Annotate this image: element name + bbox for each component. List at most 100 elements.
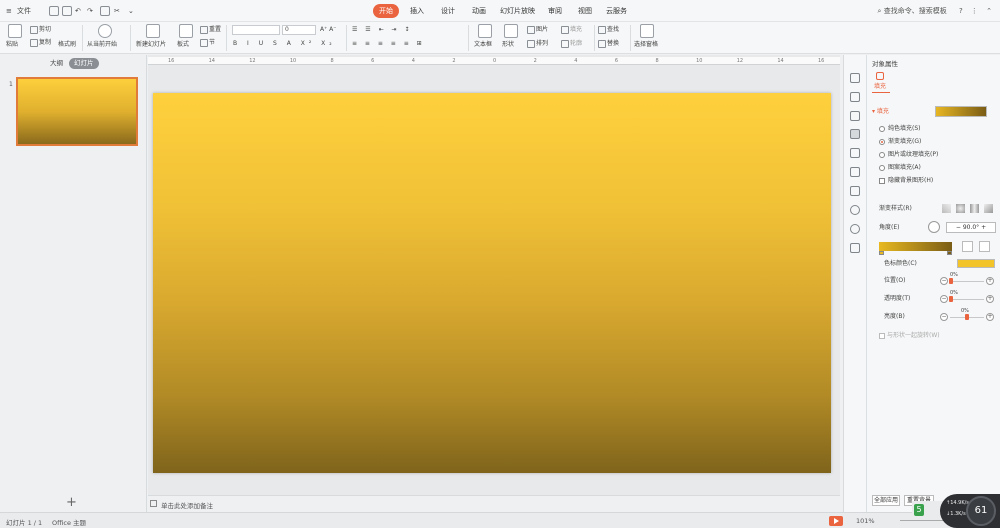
save-icon[interactable] — [49, 6, 59, 16]
select-pane-icon[interactable] — [640, 24, 654, 38]
gradient-stop-start[interactable] — [879, 251, 884, 255]
section-button[interactable]: 节 — [200, 38, 215, 47]
position-decrease[interactable]: − — [940, 277, 948, 285]
tab-slides[interactable]: 幻灯片 — [69, 58, 99, 69]
arrange-button[interactable]: 排列 — [527, 39, 548, 48]
fill-tab-icon[interactable] — [876, 72, 884, 80]
position-increase[interactable]: + — [986, 277, 994, 285]
zoom-level[interactable]: 101% — [856, 517, 875, 525]
history-icon[interactable] — [850, 205, 860, 215]
replace-button[interactable]: 替换 — [598, 39, 619, 48]
theme-name[interactable]: Office 主题 — [52, 517, 86, 527]
help-icon[interactable]: ? — [959, 7, 963, 15]
font-name-select[interactable] — [232, 25, 280, 35]
star-icon[interactable] — [850, 167, 860, 177]
play-icon[interactable] — [98, 24, 112, 38]
settings-icon[interactable] — [850, 243, 860, 253]
properties-icon[interactable] — [850, 129, 860, 139]
tab-review[interactable]: 审阅 — [548, 4, 562, 18]
list-icons[interactable]: ☰ ☰ ⇤ ⇥ ↕ — [352, 25, 412, 34]
search-area[interactable]: ⌕ 查找命令、搜索模板 ? ⋮ ⌃ — [878, 4, 992, 18]
brightness-increase[interactable]: + — [986, 313, 994, 321]
hide-bg-checkbox[interactable] — [879, 178, 885, 184]
print-icon[interactable] — [62, 6, 72, 16]
notes-pane[interactable]: 单击此处添加备注 — [148, 495, 840, 512]
tab-cloud[interactable]: 云服务 — [606, 4, 627, 18]
pattern-fill-radio[interactable] — [879, 165, 885, 171]
font-grow-icon[interactable]: A⁺ A⁻ — [320, 25, 336, 34]
new-slide-icon[interactable] — [146, 24, 160, 38]
stop-color-swatch[interactable] — [957, 259, 995, 268]
play-slideshow-button[interactable] — [829, 516, 843, 526]
picture-button[interactable]: 图片 — [527, 25, 548, 34]
gradient-bar[interactable] — [879, 242, 952, 251]
collapse-icon[interactable]: ⌃ — [986, 7, 992, 15]
slide[interactable] — [153, 93, 831, 473]
transparency-decrease[interactable]: − — [940, 295, 948, 303]
textbox-icon[interactable] — [478, 24, 492, 38]
brightness-decrease[interactable]: − — [940, 313, 948, 321]
add-slide-button[interactable]: + — [66, 496, 77, 510]
search-input[interactable]: 查找命令、搜索模板 — [884, 7, 947, 15]
paste-icon[interactable] — [8, 24, 22, 38]
apply-all-button[interactable]: 全部应用 — [872, 495, 900, 506]
layers-icon[interactable] — [850, 148, 860, 158]
fill-section-header[interactable]: ▾ 填充 — [872, 108, 889, 116]
layout-icon[interactable] — [179, 24, 193, 38]
preview-icon[interactable] — [100, 6, 110, 16]
align-icons[interactable]: ≡ ≡ ≡ ≡ ≡ ⊞ — [352, 39, 425, 48]
gradient-fill-radio[interactable] — [879, 139, 885, 145]
tab-fill[interactable]: 填充 — [874, 83, 886, 91]
outline-button[interactable]: 轮廓 — [561, 39, 582, 48]
gradient-stop-end[interactable] — [947, 251, 952, 255]
shape-icon[interactable] — [850, 111, 860, 121]
gradient-linear-icon[interactable] — [942, 204, 951, 213]
file-menu[interactable]: 文件 — [17, 4, 31, 18]
gradient-radial-icon[interactable] — [956, 204, 965, 213]
reset-button[interactable]: 重置 — [200, 25, 221, 34]
cut-button[interactable]: 剪切 — [30, 25, 51, 34]
copy-icon[interactable] — [850, 92, 860, 102]
select-pane-button[interactable]: 选择窗格 — [634, 40, 658, 49]
tab-animation[interactable]: 动画 — [472, 4, 486, 18]
library-icon[interactable] — [850, 186, 860, 196]
layout-button[interactable]: 板式 — [177, 40, 189, 49]
more-options-icon[interactable]: ⋮ — [971, 7, 978, 15]
notes-placeholder[interactable]: 单击此处添加备注 — [161, 500, 213, 510]
copy-button[interactable]: 复制 — [30, 38, 51, 47]
tab-home[interactable]: 开始 — [373, 4, 399, 18]
from-current-button[interactable]: 从当前开始 — [87, 40, 117, 49]
angle-input[interactable]: − 90.0° + — [946, 222, 996, 233]
textbox-button[interactable]: 文本框 — [474, 40, 492, 49]
rotate-with-shape-checkbox[interactable] — [879, 333, 885, 339]
gradient-rect-icon[interactable] — [970, 204, 979, 213]
transparency-increase[interactable]: + — [986, 295, 994, 303]
redo-icon[interactable]: ↷ — [87, 4, 93, 18]
network-monitor-widget[interactable]: ↑14.9K/s ↓1.3K/s 61 — [940, 494, 1000, 528]
more-icon[interactable]: ⌄ — [128, 4, 134, 18]
format-painter-button[interactable]: 格式刷 — [58, 40, 76, 49]
undo-icon[interactable]: ↶ — [75, 4, 81, 18]
tab-outline[interactable]: 大纲 — [45, 58, 68, 69]
paste-button[interactable]: 粘贴 — [6, 40, 18, 49]
home-icon[interactable] — [850, 73, 860, 83]
font-size-select[interactable]: 0 — [282, 25, 316, 35]
format-icon[interactable]: ✂ — [114, 4, 120, 18]
font-style-buttons[interactable]: B I U S A X² X₂ — [233, 39, 336, 48]
remove-stop-icon[interactable] — [979, 241, 990, 252]
angle-dial[interactable] — [928, 221, 940, 233]
new-slide-button[interactable]: 新建幻灯片 — [136, 40, 166, 49]
find-button[interactable]: 查找 — [598, 25, 619, 34]
fill-button[interactable]: 填充 — [561, 25, 582, 34]
tab-slideshow[interactable]: 幻灯片放映 — [500, 4, 535, 18]
tab-view[interactable]: 视图 — [578, 4, 592, 18]
shape-icon[interactable] — [504, 24, 518, 38]
tab-design[interactable]: 设计 — [441, 4, 455, 18]
slide-thumbnail[interactable] — [16, 77, 138, 146]
fill-color-swatch[interactable] — [935, 106, 987, 117]
picture-fill-radio[interactable] — [879, 152, 885, 158]
shape-button[interactable]: 形状 — [502, 40, 514, 49]
add-stop-icon[interactable] — [962, 241, 973, 252]
tab-insert[interactable]: 插入 — [410, 4, 424, 18]
solid-fill-radio[interactable] — [879, 126, 885, 132]
